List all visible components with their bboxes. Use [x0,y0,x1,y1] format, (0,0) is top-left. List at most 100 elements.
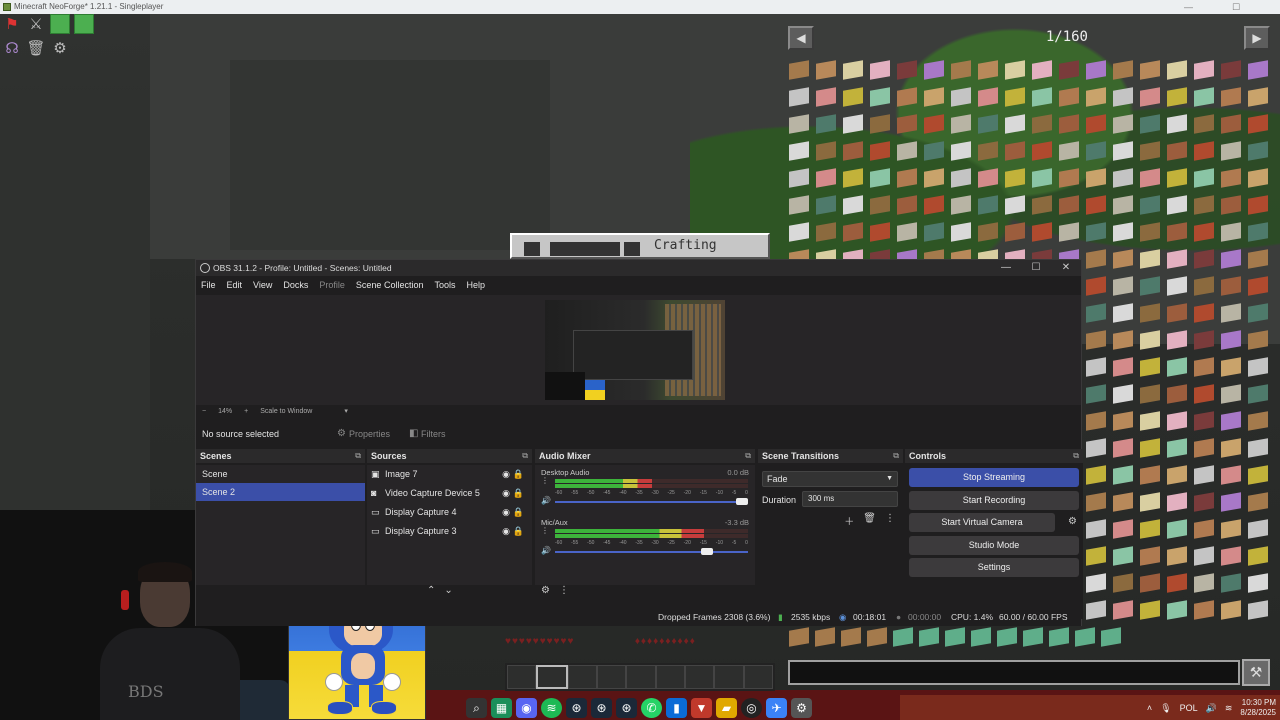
jei-item[interactable] [1167,438,1187,458]
menu-edit[interactable]: Edit [227,277,243,294]
jei-item[interactable] [1059,114,1079,134]
launcher-icon[interactable]: ✈ [766,698,787,718]
lock-icon[interactable]: 🔒 [513,503,524,522]
chevron-down-icon[interactable]: ▾ [344,406,348,418]
jei-item[interactable] [1086,114,1106,134]
transition-select[interactable]: Fade ▼ [762,471,898,487]
volume-slider[interactable] [555,498,748,505]
jei-item[interactable] [1086,384,1106,404]
jei-item[interactable] [1113,546,1133,566]
jei-item[interactable] [1248,87,1268,107]
jei-item[interactable] [1221,303,1241,323]
jei-item[interactable] [1248,141,1268,161]
jei-item[interactable] [897,87,917,107]
jei-item[interactable] [1167,411,1187,431]
jei-item[interactable] [1248,492,1268,512]
jei-item[interactable] [897,114,917,134]
jei-item[interactable] [1005,87,1025,107]
jei-item[interactable] [789,168,809,188]
jei-item[interactable] [1194,357,1214,377]
jei-item[interactable] [971,627,991,647]
steam-icon[interactable]: ⊛ [616,698,637,718]
source-item[interactable]: ▭ Display Capture 4 ◉ 🔒 [367,503,532,522]
jei-item[interactable] [1032,141,1052,161]
jei-item[interactable] [1221,60,1241,80]
menu-profile[interactable]: Profile [319,277,345,294]
start-recording-button[interactable]: Start Recording [909,491,1079,510]
jei-item[interactable] [1194,600,1214,620]
jei-item[interactable] [1032,87,1052,107]
jei-item[interactable] [1140,87,1160,107]
jei-item[interactable] [1140,438,1160,458]
jei-item[interactable] [897,195,917,215]
jei-item[interactable] [1248,60,1268,80]
jei-item[interactable] [1113,276,1133,296]
jei-item[interactable] [1248,303,1268,323]
jei-item[interactable] [1113,87,1133,107]
jei-item[interactable] [1086,600,1106,620]
jei-item[interactable] [1086,492,1106,512]
jei-item[interactable] [1167,114,1187,134]
jei-item[interactable] [1248,276,1268,296]
jei-item[interactable] [1113,384,1133,404]
jei-item[interactable] [870,168,890,188]
jei-item[interactable] [1086,465,1106,485]
jei-item[interactable] [816,222,836,242]
brave-icon[interactable]: ▼ [691,698,712,718]
gear-icon[interactable]: ⚙ [50,38,70,58]
jei-item[interactable] [816,87,836,107]
jei-item[interactable] [1113,303,1133,323]
jei-item[interactable] [1032,222,1052,242]
folder-icon[interactable]: ▰ [716,698,737,718]
jei-item[interactable] [789,222,809,242]
start-virtual-camera-button[interactable]: Start Virtual Camera [909,513,1055,532]
undock-icon[interactable]: ⧉ [522,449,528,463]
jei-item[interactable] [1221,411,1241,431]
jei-item[interactable] [1194,411,1214,431]
jei-item[interactable] [1167,87,1187,107]
whatsapp-icon[interactable]: ✆ [641,698,662,718]
crafting-tab[interactable]: Crafting [510,233,770,259]
jei-item[interactable] [1248,384,1268,404]
jei-item[interactable] [978,141,998,161]
jei-item[interactable] [1221,600,1241,620]
jei-item[interactable] [1248,411,1268,431]
jei-item[interactable] [870,114,890,134]
jei-item[interactable] [1221,492,1241,512]
jei-item[interactable] [1140,276,1160,296]
jei-item[interactable] [978,114,998,134]
minimize-icon[interactable]: — [991,260,1021,276]
jei-item[interactable] [789,627,809,647]
jei-item[interactable] [1167,519,1187,539]
speaker-icon[interactable]: 🔊 [541,546,551,555]
jei-item[interactable] [1167,492,1187,512]
lock-icon[interactable]: 🔒 [513,522,524,541]
jei-item[interactable] [1086,546,1106,566]
jei-item[interactable] [843,168,863,188]
jei-item[interactable] [1167,195,1187,215]
studio-mode-button[interactable]: Studio Mode [909,536,1079,555]
menu-scene-collection[interactable]: Scene Collection [356,277,424,294]
lock-icon[interactable]: 🔒 [513,484,524,503]
jei-item[interactable] [1140,168,1160,188]
jei-item[interactable] [789,195,809,215]
jei-item[interactable] [870,195,890,215]
jei-item[interactable] [1167,357,1187,377]
jei-item[interactable] [1113,411,1133,431]
jei-item[interactable] [1221,168,1241,188]
slider-handle[interactable] [701,548,714,555]
steam-icon[interactable]: ⊛ [591,698,612,718]
source-item[interactable]: ▭ Display Capture 3 ◉ 🔒 [367,522,532,541]
jei-item[interactable] [1140,141,1160,161]
jei-item[interactable] [1221,357,1241,377]
jei-item[interactable] [978,222,998,242]
jei-item[interactable] [978,168,998,188]
jei-item[interactable] [1194,438,1214,458]
jei-item[interactable] [1086,573,1106,593]
jei-item[interactable] [816,168,836,188]
jei-item[interactable] [1221,573,1241,593]
jei-item[interactable] [1167,168,1187,188]
jei-item[interactable] [1005,114,1025,134]
undock-icon[interactable]: ⧉ [1073,449,1079,463]
jei-item[interactable] [1005,60,1025,80]
